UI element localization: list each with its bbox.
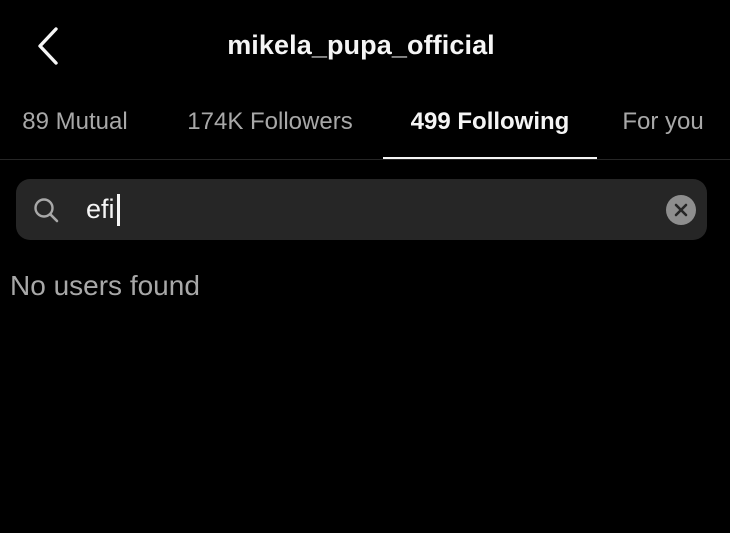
tab-bar: 89 Mutual 174K Followers 499 Following F… — [0, 94, 730, 160]
search-icon — [34, 198, 59, 223]
no-results-message: No users found — [10, 270, 200, 301]
tab-followers[interactable]: 174K Followers — [166, 94, 374, 159]
header: mikela_pupa_official — [0, 0, 730, 94]
search-input[interactable] — [86, 191, 646, 228]
tab-for-you[interactable]: For you — [610, 94, 716, 159]
clear-search-button[interactable] — [666, 195, 696, 225]
tab-mutual[interactable]: 89 Mutual — [0, 94, 150, 159]
search-bar[interactable] — [16, 179, 707, 240]
page-title: mikela_pupa_official — [227, 30, 495, 60]
clear-icon — [674, 203, 688, 217]
active-tab-indicator — [383, 157, 597, 159]
tab-following[interactable]: 499 Following — [383, 94, 597, 159]
text-cursor — [117, 194, 120, 226]
